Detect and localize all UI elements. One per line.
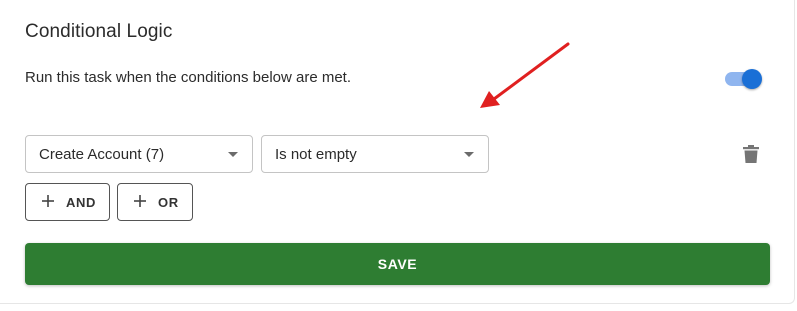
chevron-down-icon (228, 152, 238, 157)
and-button-label: AND (66, 195, 96, 210)
trash-icon[interactable] (743, 145, 759, 163)
condition-operator-select[interactable]: Is not empty (261, 135, 489, 173)
save-button[interactable]: SAVE (25, 243, 770, 285)
toggle-thumb (742, 69, 762, 89)
conditional-logic-panel: Conditional Logic Run this task when the… (0, 0, 795, 304)
plus-icon (134, 195, 146, 207)
enable-conditions-toggle[interactable] (723, 68, 763, 90)
add-and-condition-button[interactable]: AND (25, 183, 110, 221)
add-or-condition-button[interactable]: OR (117, 183, 193, 221)
condition-field-value: Create Account (7) (39, 146, 165, 163)
or-button-label: OR (158, 195, 179, 210)
plus-icon (42, 195, 54, 207)
condition-operator-value: Is not empty (275, 146, 357, 163)
panel-title: Conditional Logic (25, 21, 173, 42)
condition-field-select[interactable]: Create Account (7) (25, 135, 253, 173)
chevron-down-icon (464, 152, 474, 157)
red-arrow-annotation (480, 42, 570, 108)
panel-description: Run this task when the conditions below … (25, 69, 352, 86)
